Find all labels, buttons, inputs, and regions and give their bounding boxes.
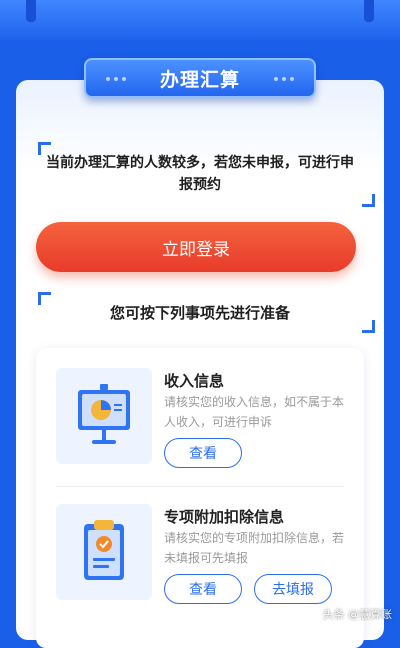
item-title-deduction: 专项附加扣除信息	[164, 508, 285, 526]
prep-list: 收入信息 请核实您的收入信息，如不属于本人收入，可进行申诉 查看 专项附加扣除信…	[36, 348, 364, 648]
presentation-pie-chart-icon	[56, 368, 152, 464]
item-desc-deduction: 请核实您的专项附加扣除信息，若未填报可先填报	[164, 531, 345, 565]
divider	[56, 486, 344, 487]
corner-bracket	[362, 320, 375, 333]
item-title-income: 收入信息	[164, 372, 225, 390]
view-deduction-button[interactable]: 查看	[164, 574, 242, 604]
decor-dots	[274, 77, 294, 81]
fill-deduction-button[interactable]: 去填报	[254, 574, 332, 604]
item-desc-income: 请核实您的收入信息，如不属于本人收入，可进行申诉	[164, 395, 345, 429]
decor-stripe	[26, 0, 36, 22]
login-button[interactable]: 立即登录	[36, 222, 356, 272]
decor-dots	[106, 77, 126, 81]
corner-bracket	[362, 194, 375, 207]
prep-title: 您可按下列事项先进行准备	[109, 304, 290, 322]
page-title: 办理汇算	[159, 68, 240, 91]
view-income-button[interactable]: 查看	[164, 438, 242, 468]
clipboard-check-icon	[56, 504, 152, 600]
watermark: 头条 @慧算账	[322, 608, 393, 621]
background-header	[0, 0, 400, 40]
notice-text: 当前办理汇算的人数较多，若您未申报，可进行申报预约	[46, 155, 354, 193]
title-badge: 办理汇算	[84, 58, 316, 98]
decor-stripe	[364, 0, 374, 22]
